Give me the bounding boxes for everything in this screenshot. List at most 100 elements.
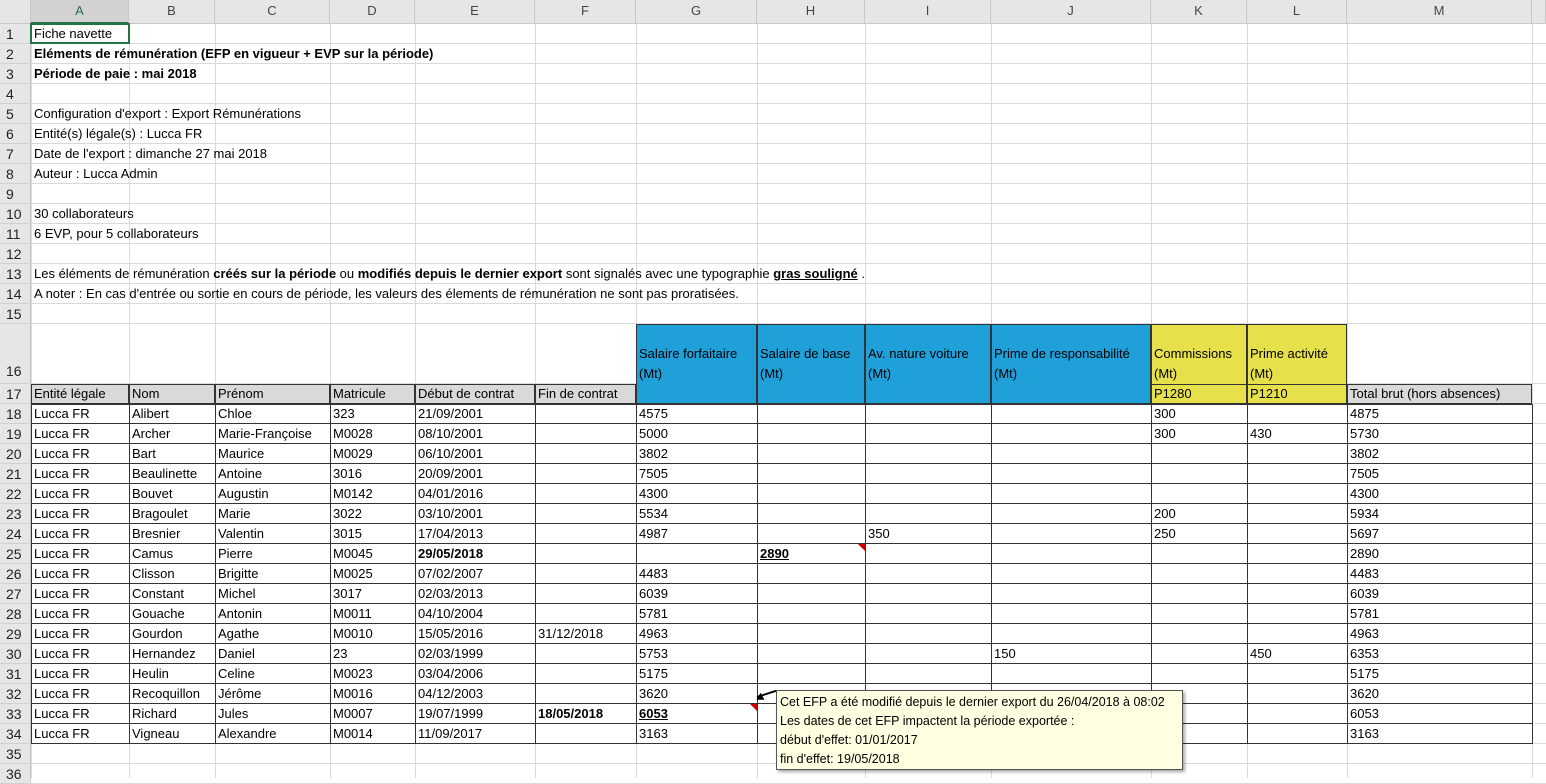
- row-header[interactable]: 29: [0, 624, 31, 644]
- table-cell[interactable]: 2890: [757, 547, 792, 561]
- table-cell[interactable]: 5730: [1347, 427, 1382, 441]
- row-header[interactable]: 3: [0, 64, 31, 84]
- table-cell[interactable]: 4875: [1347, 407, 1382, 421]
- table-cell[interactable]: 4300: [1347, 487, 1382, 501]
- table-cell[interactable]: Bragoulet: [129, 507, 191, 521]
- column-header[interactable]: L: [1247, 0, 1347, 24]
- table-cell[interactable]: Chloe: [215, 407, 255, 421]
- table-cell[interactable]: Lucca FR: [31, 407, 93, 421]
- table-cell[interactable]: Michel: [215, 587, 259, 601]
- column-header[interactable]: G: [636, 0, 757, 24]
- table-cell[interactable]: Lucca FR: [31, 607, 93, 621]
- table-cell[interactable]: 3620: [636, 687, 671, 701]
- table-cell[interactable]: Bouvet: [129, 487, 175, 501]
- table-cell[interactable]: Antonin: [215, 607, 265, 621]
- table-cell[interactable]: Lucca FR: [31, 547, 93, 561]
- table-cell[interactable]: 323: [330, 407, 358, 421]
- table-cell[interactable]: Lucca FR: [31, 467, 93, 481]
- table-cell[interactable]: 31/12/2018: [535, 627, 606, 641]
- row-header[interactable]: 34: [0, 724, 31, 744]
- table-cell[interactable]: Archer: [129, 427, 173, 441]
- table-cell[interactable]: 02/03/1999: [415, 647, 486, 661]
- table-cell[interactable]: 02/03/2013: [415, 587, 486, 601]
- row-header[interactable]: 18: [0, 404, 31, 424]
- table-cell[interactable]: Pierre: [215, 547, 256, 561]
- column-header[interactable]: H: [757, 0, 865, 24]
- table-cell[interactable]: 23: [330, 647, 350, 661]
- table-cell[interactable]: Constant: [129, 587, 187, 601]
- table-cell[interactable]: 300: [1151, 427, 1179, 441]
- table-cell[interactable]: 5934: [1347, 507, 1382, 521]
- table-cell[interactable]: 4483: [636, 567, 671, 581]
- table-cell[interactable]: Maurice: [215, 447, 267, 461]
- table-cell[interactable]: 5697: [1347, 527, 1382, 541]
- row-header[interactable]: 12: [0, 244, 31, 264]
- table-cell[interactable]: Lucca FR: [31, 427, 93, 441]
- column-header[interactable]: M: [1347, 0, 1532, 24]
- table-cell[interactable]: M0029: [330, 447, 376, 461]
- table-cell[interactable]: 7505: [636, 467, 671, 481]
- table-cell[interactable]: Lucca FR: [31, 687, 93, 701]
- column-header[interactable]: E: [415, 0, 535, 24]
- table-cell[interactable]: Valentin: [215, 527, 267, 541]
- table-cell[interactable]: Lucca FR: [31, 447, 93, 461]
- row-header[interactable]: 14: [0, 284, 31, 304]
- row-header[interactable]: 31: [0, 664, 31, 684]
- table-cell[interactable]: 18/05/2018: [535, 707, 606, 721]
- table-cell[interactable]: 7505: [1347, 467, 1382, 481]
- table-cell[interactable]: Lucca FR: [31, 487, 93, 501]
- table-cell[interactable]: 430: [1247, 427, 1275, 441]
- table-cell[interactable]: 4300: [636, 487, 671, 501]
- table-cell[interactable]: 300: [1151, 407, 1179, 421]
- table-cell[interactable]: 08/10/2001: [415, 427, 486, 441]
- table-cell[interactable]: 3017: [330, 587, 365, 601]
- row-header[interactable]: 13: [0, 264, 31, 284]
- table-cell[interactable]: Bresnier: [129, 527, 183, 541]
- column-header[interactable]: I: [865, 0, 991, 24]
- table-cell[interactable]: Augustin: [215, 487, 272, 501]
- row-header[interactable]: 33: [0, 704, 31, 724]
- row-header[interactable]: 2: [0, 44, 31, 64]
- table-cell[interactable]: 07/02/2007: [415, 567, 486, 581]
- table-cell[interactable]: M0010: [330, 627, 376, 641]
- table-cell[interactable]: 21/09/2001: [415, 407, 486, 421]
- table-cell[interactable]: 250: [1151, 527, 1179, 541]
- table-cell[interactable]: 3022: [330, 507, 365, 521]
- row-header[interactable]: 4: [0, 84, 31, 104]
- row-header[interactable]: 5: [0, 104, 31, 124]
- table-cell[interactable]: Beaulinette: [129, 467, 200, 481]
- table-cell[interactable]: Heulin: [129, 667, 172, 681]
- table-cell[interactable]: 5781: [636, 607, 671, 621]
- table-cell[interactable]: 3016: [330, 467, 365, 481]
- table-cell[interactable]: 04/12/2003: [415, 687, 486, 701]
- table-cell[interactable]: 150: [991, 647, 1019, 661]
- table-cell[interactable]: M0025: [330, 567, 376, 581]
- table-cell[interactable]: Hernandez: [129, 647, 199, 661]
- row-header[interactable]: 32: [0, 684, 31, 704]
- table-cell[interactable]: Lucca FR: [31, 627, 93, 641]
- comment-indicator[interactable]: [858, 544, 865, 551]
- column-header[interactable]: B: [129, 0, 215, 24]
- row-header[interactable]: 15: [0, 304, 31, 324]
- table-cell[interactable]: Marie: [215, 507, 254, 521]
- row-header[interactable]: 36: [0, 764, 31, 784]
- column-header[interactable]: K: [1151, 0, 1247, 24]
- row-header[interactable]: 10: [0, 204, 31, 224]
- table-cell[interactable]: 5175: [1347, 667, 1382, 681]
- row-header[interactable]: 28: [0, 604, 31, 624]
- table-cell[interactable]: 200: [1151, 507, 1179, 521]
- table-cell[interactable]: 6053: [636, 707, 671, 721]
- table-cell[interactable]: M0023: [330, 667, 376, 681]
- table-cell[interactable]: 2890: [1347, 547, 1382, 561]
- table-cell[interactable]: Brigitte: [215, 567, 261, 581]
- row-header[interactable]: 26: [0, 564, 31, 584]
- table-cell[interactable]: 5781: [1347, 607, 1382, 621]
- table-cell[interactable]: 03/10/2001: [415, 507, 486, 521]
- table-cell[interactable]: 6039: [1347, 587, 1382, 601]
- row-header[interactable]: 24: [0, 524, 31, 544]
- table-cell[interactable]: 350: [865, 527, 893, 541]
- table-cell[interactable]: Agathe: [215, 627, 262, 641]
- row-header[interactable]: 7: [0, 144, 31, 164]
- column-header[interactable]: D: [330, 0, 415, 24]
- table-cell[interactable]: 450: [1247, 647, 1275, 661]
